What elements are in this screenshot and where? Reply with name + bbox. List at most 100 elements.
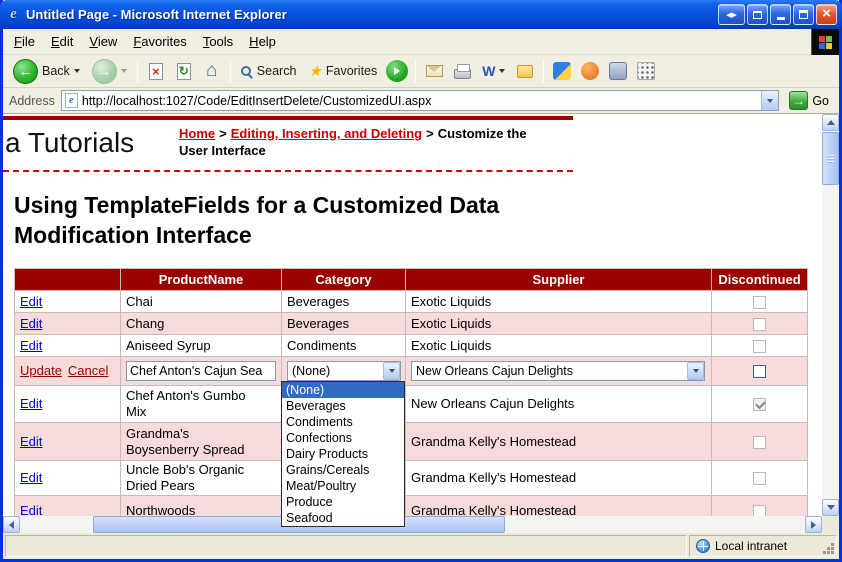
- local-intranet-icon: [696, 539, 710, 553]
- media-button[interactable]: [384, 58, 410, 84]
- addon-icon-4: [637, 62, 655, 80]
- discontinued-checkbox: [753, 296, 766, 309]
- chevron-down-icon[interactable]: [687, 362, 704, 380]
- dropdown-option[interactable]: Confections: [282, 430, 404, 446]
- titlebar-window-button[interactable]: [747, 4, 768, 25]
- product-name-input[interactable]: [126, 361, 276, 381]
- maximize-button[interactable]: [793, 4, 814, 25]
- toolbar-separator: [415, 59, 416, 83]
- category-cell: Condiments: [282, 335, 406, 357]
- refresh-button[interactable]: [171, 58, 197, 84]
- search-button[interactable]: Search: [236, 62, 302, 80]
- word-icon: [482, 63, 495, 79]
- addon-button-1[interactable]: [549, 58, 575, 84]
- edit-link[interactable]: Edit: [20, 294, 42, 309]
- edit-link[interactable]: Edit: [20, 396, 42, 411]
- edit-link[interactable]: Edit: [20, 434, 42, 449]
- site-title: a Tutorials: [5, 127, 134, 159]
- category-select[interactable]: (None): [287, 361, 401, 381]
- product-row: Edit Uncle Bob's Organic Dried Pears Gra…: [15, 461, 808, 496]
- addon-button-2[interactable]: [577, 58, 603, 84]
- address-input[interactable]: [78, 92, 761, 109]
- supplier-cell: Exotic Liquids: [406, 335, 712, 357]
- dropdown-option[interactable]: Condiments: [282, 414, 404, 430]
- vertical-scrollbar[interactable]: [822, 114, 839, 516]
- menu-help[interactable]: Help: [241, 30, 284, 54]
- discontinued-checkbox[interactable]: [753, 365, 766, 378]
- stop-icon: [149, 63, 163, 80]
- update-link[interactable]: Update: [20, 363, 62, 378]
- discontinued-checkbox: [753, 340, 766, 353]
- products-grid: ProductName Category Supplier Discontinu…: [14, 268, 808, 516]
- accent-bar: [3, 116, 573, 120]
- cancel-link[interactable]: Cancel: [68, 363, 108, 378]
- address-dropdown-button[interactable]: [761, 91, 778, 110]
- favorites-button[interactable]: Favorites: [303, 60, 382, 82]
- chevron-down-icon[interactable]: [383, 362, 400, 380]
- scroll-right-button[interactable]: [805, 516, 822, 533]
- close-button[interactable]: [816, 4, 837, 25]
- addon-button-4[interactable]: [633, 58, 659, 84]
- dropdown-option[interactable]: Dairy Products: [282, 446, 404, 462]
- supplier-cell: Exotic Liquids: [406, 291, 712, 313]
- supplier-cell: Exotic Liquids: [406, 313, 712, 335]
- header-product: ProductName: [121, 269, 282, 291]
- product-row: Edit Aniseed Syrup Condiments Exotic Liq…: [15, 335, 808, 357]
- search-icon: [241, 66, 251, 76]
- menu-view[interactable]: View: [81, 30, 125, 54]
- discuss-icon: [517, 65, 533, 78]
- print-button[interactable]: [449, 58, 475, 84]
- status-bar: Local intranet: [3, 533, 839, 559]
- supplier-select[interactable]: New Orleans Cajun Delights: [411, 361, 705, 381]
- menu-favorites[interactable]: Favorites: [125, 30, 194, 54]
- edit-link[interactable]: Edit: [20, 470, 42, 485]
- address-bar: Address e → Go: [3, 88, 839, 114]
- forward-icon: →: [92, 59, 117, 84]
- menu-tools[interactable]: Tools: [195, 30, 241, 54]
- minimize-button[interactable]: [770, 4, 791, 25]
- status-zone-label: Local intranet: [715, 539, 787, 553]
- scroll-up-button[interactable]: [822, 114, 839, 131]
- search-label: Search: [257, 64, 297, 78]
- horizontal-scrollbar[interactable]: [3, 516, 822, 533]
- status-message-panel: [5, 535, 687, 557]
- vertical-scroll-thumb[interactable]: [822, 132, 839, 185]
- discuss-button[interactable]: [512, 58, 538, 84]
- breadcrumb-section-link[interactable]: Editing, Inserting, and Deleting: [231, 126, 422, 141]
- category-cell: Beverages: [282, 313, 406, 335]
- forward-button[interactable]: →: [87, 57, 132, 86]
- dropdown-option[interactable]: Seafood: [282, 510, 404, 526]
- menu-file[interactable]: File: [6, 30, 43, 54]
- category-cell: Beverages: [282, 291, 406, 313]
- resize-grip[interactable]: [831, 551, 834, 554]
- category-dropdown-list: (None) Beverages Condiments Confections …: [281, 381, 405, 527]
- go-button[interactable]: → Go: [785, 91, 833, 110]
- back-button[interactable]: ← Back: [8, 57, 85, 86]
- product-name: Northwoods: [126, 503, 195, 517]
- scroll-left-button[interactable]: [3, 516, 20, 533]
- addon-button-3[interactable]: [605, 58, 631, 84]
- menu-edit[interactable]: Edit: [43, 30, 81, 54]
- mail-button[interactable]: [421, 58, 447, 84]
- product-name: Chang: [126, 316, 164, 332]
- edit-link[interactable]: Edit: [20, 503, 42, 517]
- page-favicon: e: [65, 93, 78, 108]
- ie-logo-icon: e: [5, 6, 22, 23]
- edit-link[interactable]: Edit: [20, 338, 42, 353]
- home-button[interactable]: [199, 58, 225, 84]
- dropdown-option-none[interactable]: (None): [282, 382, 404, 398]
- dropdown-option[interactable]: Grains/Cereals: [282, 462, 404, 478]
- product-name: Chai: [126, 294, 153, 310]
- discontinued-checkbox: [753, 318, 766, 331]
- dropdown-option[interactable]: Produce: [282, 494, 404, 510]
- breadcrumb-home-link[interactable]: Home: [179, 126, 215, 141]
- titlebar-nav-button[interactable]: [718, 4, 745, 25]
- stop-button[interactable]: [143, 58, 169, 84]
- edit-word-button[interactable]: [477, 61, 510, 81]
- status-zone-panel: Local intranet: [689, 535, 837, 557]
- toolbar-separator: [230, 59, 231, 83]
- edit-link[interactable]: Edit: [20, 316, 42, 331]
- dropdown-option[interactable]: Beverages: [282, 398, 404, 414]
- dropdown-option[interactable]: Meat/Poultry: [282, 478, 404, 494]
- scroll-down-button[interactable]: [822, 499, 839, 516]
